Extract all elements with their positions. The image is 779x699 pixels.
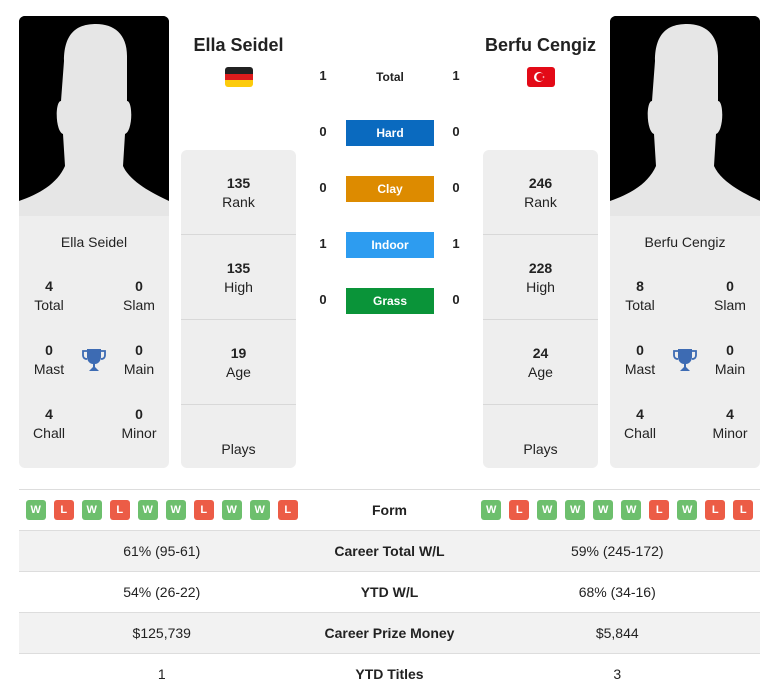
player1-total-titles: 4 Total [34,278,64,313]
loss-badge[interactable]: L [277,500,298,520]
h2h-total-label: Total [376,70,404,84]
win-badge[interactable]: W [81,500,102,520]
win-badge[interactable]: W [481,500,502,520]
player2-value: 68% (34-16) [474,571,760,613]
loss-badge[interactable]: L [193,500,214,520]
player1-plays: Plays [221,441,256,457]
player1-value: 61% (95-61) [19,530,305,572]
player1-value: $125,739 [19,612,305,654]
player2-main-titles: 0 Main [714,342,746,377]
silhouette-icon [19,16,169,216]
player2-slam-titles: 0 Slam [714,278,746,313]
loss-badge[interactable]: L [649,500,670,520]
loss-badge[interactable]: L [509,500,530,520]
win-badge[interactable]: W [25,500,46,520]
h2h-total-p2: 1 [452,68,460,83]
player2-mast-titles: 0 Mast [624,342,656,377]
surface-hard: Hard [346,120,434,146]
germany-flag-icon [225,67,253,87]
row-label: YTD W/L [304,571,475,613]
player1-main-titles: 0 Main [123,342,155,377]
comparison-table: WLWLWWLWWL Form WLWWWWLWLL 61% (95-61) C… [19,489,760,695]
player1-minor-titles: 0 Minor [121,406,157,441]
form-label: Form [304,489,475,531]
win-badge[interactable]: W [677,500,698,520]
player2-name[interactable]: Berfu Cengiz [478,35,603,56]
table-row: 54% (26-22) YTD W/L 68% (34-16) [19,571,760,613]
player1-card-name: Ella Seidel [60,234,128,250]
player2-form: WLWWWWLWLL [474,489,760,531]
loss-badge[interactable]: L [733,500,754,520]
h2h-indoor-p1: 1 [319,236,327,251]
player1-rank: 135 Rank [181,150,296,235]
row-label: Career Prize Money [304,612,475,654]
table-row: 61% (95-61) Career Total W/L 59% (245-17… [19,530,760,572]
surface-indoor: Indoor [346,232,434,258]
surface-grass: Grass [346,288,434,314]
player2-photo [610,16,760,216]
h2h-grass-p2: 0 [452,292,460,307]
player1-photo [19,16,169,216]
trophy-icon [673,347,697,378]
loss-badge[interactable]: L [109,500,130,520]
player1-value: 1 [19,653,305,695]
player2-value: 3 [474,653,760,695]
row-label: Career Total W/L [304,530,475,572]
turkey-flag-icon [527,67,555,87]
h2h-grass-p1: 0 [319,292,327,307]
player2-minor-titles: 4 Minor [712,406,748,441]
player1-name[interactable]: Ella Seidel [181,35,296,56]
player2-total-titles: 8 Total [625,278,655,313]
player1-chall-titles: 4 Chall [33,406,65,441]
surface-clay: Clay [346,176,434,202]
player2-age: 24 Age [483,320,598,405]
player1-high: 135 High [181,235,296,320]
player2-plays: Plays [523,441,558,457]
player2-value: $5,844 [474,612,760,654]
player2-card-name: Berfu Cengiz [644,234,726,250]
h2h-total-p1: 1 [319,68,327,83]
trophy-icon [82,347,106,378]
h2h-clay-p1: 0 [319,180,327,195]
h2h-hard-p2: 0 [452,124,460,139]
win-badge[interactable]: W [221,500,242,520]
player1-slam-titles: 0 Slam [123,278,155,313]
player1-stats-card: 135 Rank 135 High 19 Age Plays [181,150,296,468]
player2-rank: 246 Rank [483,150,598,235]
player2-titles-card: Berfu Cengiz 8 Total 0 Slam 0 Mast 0 Main 4C… [610,216,760,468]
win-badge[interactable]: W [537,500,558,520]
win-badge[interactable]: W [249,500,270,520]
player1-mast-titles: 0 Mast [33,342,65,377]
player2-stats-card: 246 Rank 228 High 24 Age Plays [483,150,598,468]
player2-high: 228 High [483,235,598,320]
h2h-hard-p1: 0 [319,124,327,139]
win-badge[interactable]: W [565,500,586,520]
h2h-indoor-p2: 1 [452,236,460,251]
silhouette-icon [610,16,760,216]
win-badge[interactable]: W [165,500,186,520]
row-label: YTD Titles [304,653,475,695]
player1-titles-card: Ella Seidel 4 Total 0 Slam 0 Mast 0 Main 4 Ch… [19,216,169,468]
player1-form: WLWLWWLWWL [19,489,305,531]
table-row: $125,739 Career Prize Money $5,844 [19,612,760,654]
player1-age: 19 Age [181,320,296,405]
player2-value: 59% (245-172) [474,530,760,572]
table-row: 1 YTD Titles 3 [19,653,760,695]
player2-chall-titles: 4 Chall [624,406,656,441]
h2h-clay-p2: 0 [452,180,460,195]
loss-badge[interactable]: L [705,500,726,520]
loss-badge[interactable]: L [53,500,74,520]
win-badge[interactable]: W [621,500,642,520]
form-row: WLWLWWLWWL Form WLWWWWLWLL [19,489,760,531]
player1-value: 54% (26-22) [19,571,305,613]
win-badge[interactable]: W [593,500,614,520]
win-badge[interactable]: W [137,500,158,520]
